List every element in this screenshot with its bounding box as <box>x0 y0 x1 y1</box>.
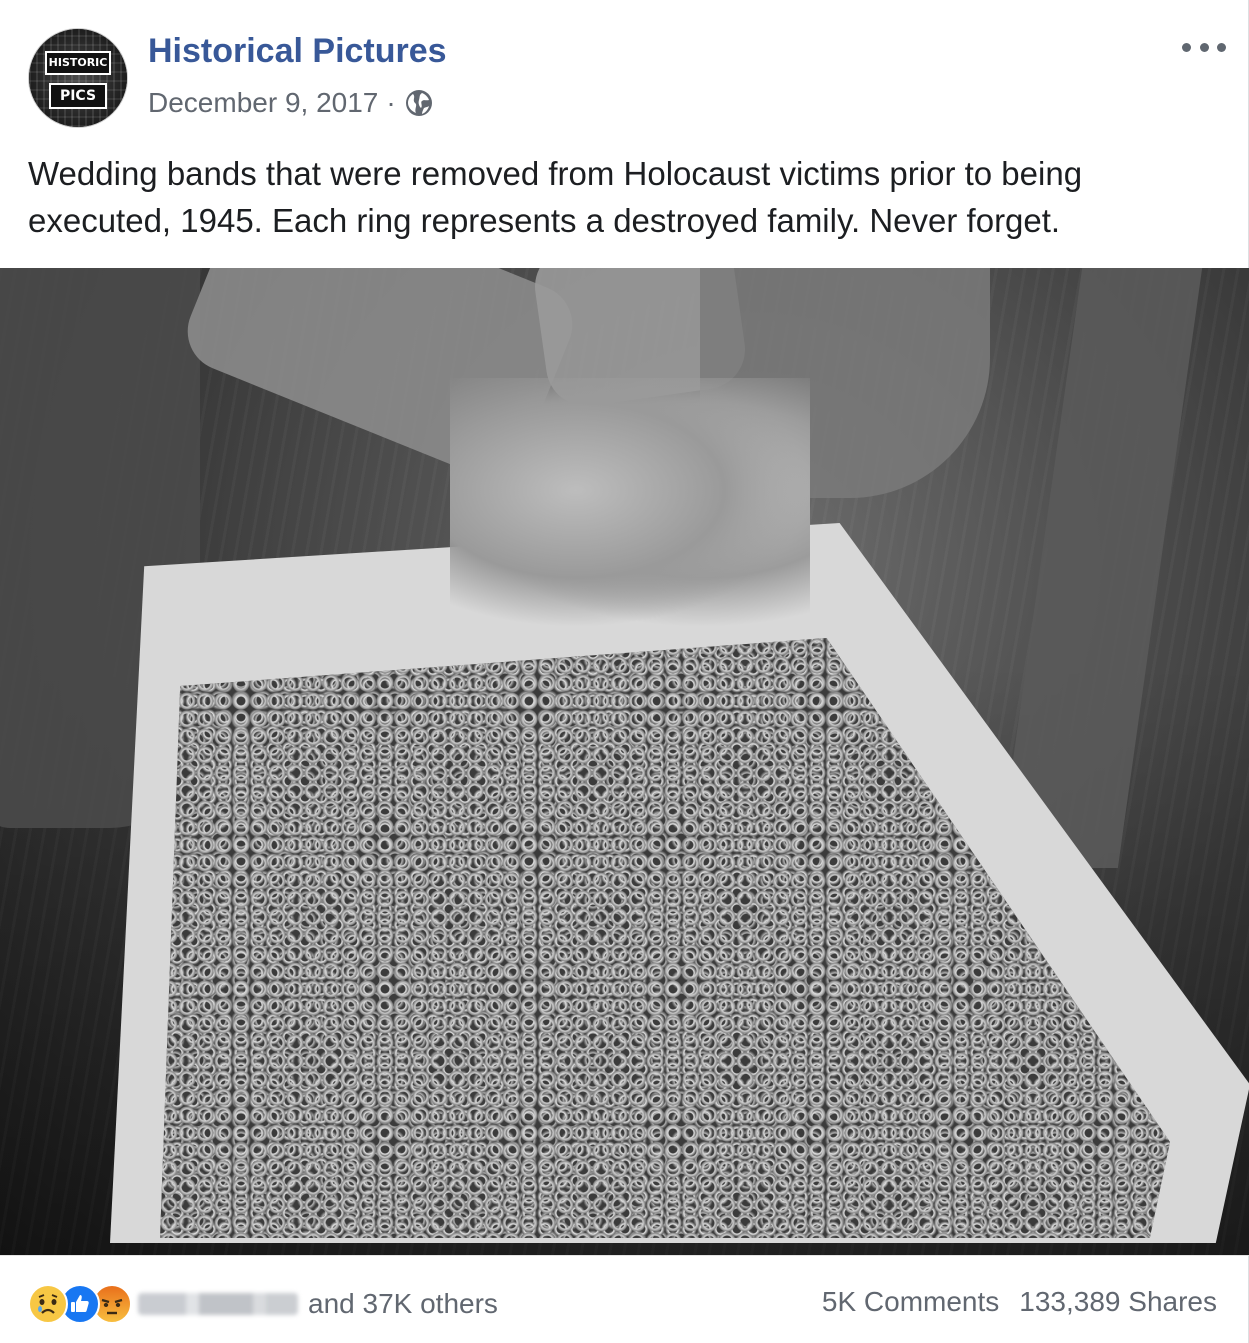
blurred-names <box>138 1293 298 1315</box>
meta-separator: · <box>386 87 396 118</box>
more-dot <box>1217 42 1226 52</box>
post-photo[interactable] <box>0 268 1249 1255</box>
thumbs-up-icon <box>71 1295 89 1312</box>
post-date-link[interactable]: December 9, 2017 <box>148 87 378 119</box>
more-options-icon[interactable] <box>1182 38 1226 56</box>
more-dot <box>1199 42 1209 52</box>
post-meta: December 9, 2017 · <box>148 86 434 120</box>
avatar-logo-line1: HISTORIC <box>45 51 111 75</box>
post-footer: and 37K others 5K Comments 133,389 Share… <box>0 1255 1249 1343</box>
globe-icon[interactable] <box>404 88 434 118</box>
avatar-logo-line2: PICS <box>49 83 107 109</box>
sad-face-icon <box>31 1287 65 1321</box>
engagement-counts: 5K Comments 133,389 Shares <box>822 1286 1217 1318</box>
post-caption: Wedding bands that were removed from Hol… <box>28 155 1083 239</box>
photo-hands <box>450 378 810 628</box>
comments-count-link[interactable]: 5K Comments <box>822 1286 999 1318</box>
page-name-link[interactable]: Historical Pictures <box>148 32 447 71</box>
reactions-summary[interactable]: and 37K others <box>28 1284 498 1324</box>
reactions-count-text[interactable]: and 37K others <box>308 1288 498 1320</box>
sad-reaction-icon[interactable] <box>28 1284 68 1324</box>
shares-count-link[interactable]: 133,389 Shares <box>1019 1286 1217 1318</box>
page-avatar[interactable]: HISTORIC PICS <box>28 28 128 128</box>
avatar-background <box>29 29 127 127</box>
counts-spacer <box>999 1286 1019 1318</box>
facebook-post: HISTORIC PICS Historical Pictures Decemb… <box>0 0 1249 1343</box>
more-dot <box>1182 42 1191 52</box>
